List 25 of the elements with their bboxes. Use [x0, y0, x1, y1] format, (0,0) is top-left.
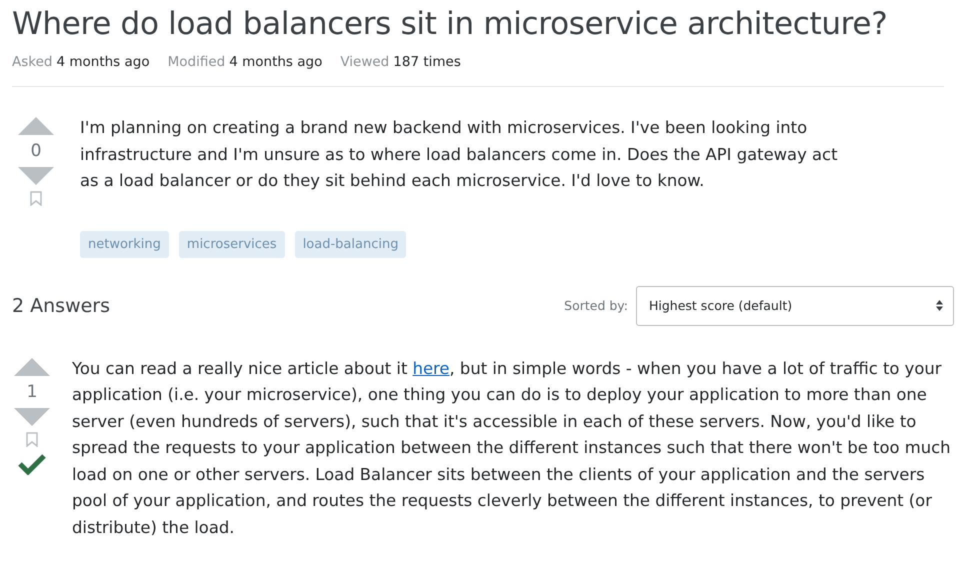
tag[interactable]: networking: [80, 230, 169, 258]
tag[interactable]: load-balancing: [294, 230, 406, 258]
bookmark-icon[interactable]: [30, 191, 42, 206]
upvote-icon[interactable]: [18, 117, 54, 135]
meta-label: Asked: [12, 54, 52, 70]
meta-label: Modified: [168, 54, 226, 70]
updown-caret-icon: [936, 300, 943, 311]
upvote-icon[interactable]: [14, 358, 50, 376]
answers-count: 2 Answers: [12, 294, 110, 316]
post-body: I'm planning on creating a brand new backend with microservices. I've been looking into infrastructure and I'm unsure as to where load balancers come in. Does the API gateway act as a load balancer or do they sit behind each microservice. I'd love to know.: [80, 117, 838, 192]
post-body: You can read a really nice article about it here, but in simple words - when you have a lot of traffic to your application (i.e. your microservice), one thing you can do is to deploy your application to more than one server (even hundreds of servers), such that it's accessible in each of these servers. Now, you'd like to spread the requests to your application between the different instances such that there won't be too much load on one or other servers. Load Balancer sits between the clients of your application and the servers pool of your application, and routes the requests cleverly between the different instances, to prevent (or distribute) the load.: [72, 358, 952, 538]
bookmark-icon[interactable]: [26, 432, 38, 446]
vote-count: 0: [30, 141, 42, 161]
meta-label: Viewed: [340, 54, 390, 70]
downvote-icon[interactable]: [14, 408, 50, 426]
vote-count: 1: [26, 382, 38, 402]
question-title: Where do load balancers sit in microservice architecture?: [12, 6, 888, 42]
meta-value: 187 times: [393, 54, 461, 70]
tag[interactable]: microservices: [178, 230, 285, 258]
downvote-icon[interactable]: [18, 167, 54, 185]
sort-label: Sorted by:: [564, 298, 628, 313]
meta-value: 4 months ago: [56, 54, 150, 70]
link[interactable]: here: [412, 358, 450, 378]
sort-dropdown[interactable]: Highest score (default): [636, 286, 954, 326]
meta-value: 4 months ago: [229, 54, 322, 70]
